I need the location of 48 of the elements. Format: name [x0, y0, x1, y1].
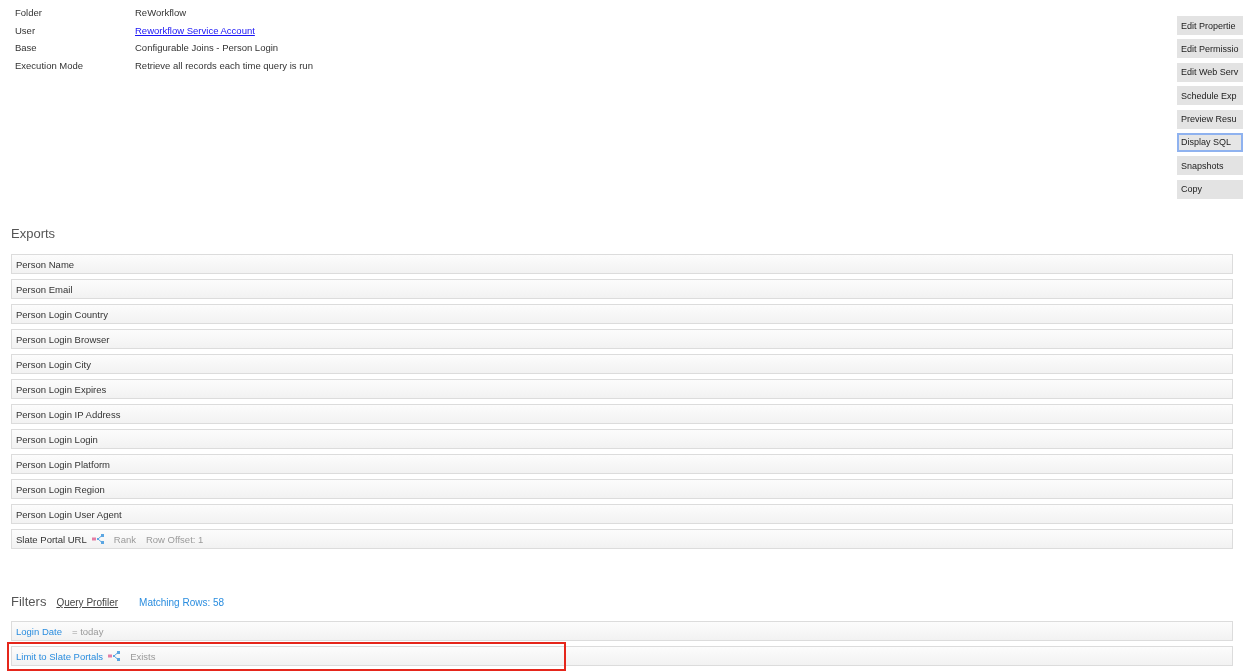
export-row[interactable]: Person Login Country — [11, 304, 1233, 325]
action-button[interactable]: Edit Web Serv — [1177, 62, 1243, 82]
export-row[interactable]: Person Name — [11, 254, 1233, 275]
property-label: Folder — [15, 6, 43, 20]
action-button[interactable]: Display SQL — [1177, 132, 1243, 152]
export-label: Person Login City — [16, 358, 91, 370]
section-heading: Exports — [11, 225, 56, 244]
export-row[interactable]: Person Login Expires — [11, 379, 1233, 400]
export-row[interactable]: Slate Portal URL Rank Row Offset: 1 — [11, 529, 1233, 550]
export-label: Slate Portal URL — [16, 533, 87, 545]
section-heading: Filters — [11, 593, 47, 612]
action-button[interactable]: Preview Resu — [1177, 109, 1243, 129]
export-row[interactable]: Person Login Login — [11, 429, 1233, 450]
filter-condition: = today — [71, 625, 104, 637]
export-detail: Row Offset: 1 — [145, 533, 204, 545]
property-label: Execution Mode — [15, 59, 85, 74]
action-button[interactable]: Schedule Exp — [1177, 86, 1243, 106]
export-label: Person Login User Agent — [16, 508, 122, 520]
export-label: Person Login Browser — [16, 333, 110, 345]
export-label: Person Login Region — [16, 483, 105, 495]
export-label: Person Email — [16, 283, 73, 295]
export-row[interactable]: Person Login IP Address — [11, 404, 1233, 425]
export-row[interactable]: Person Login City — [11, 354, 1233, 375]
property-label: User — [15, 23, 37, 38]
export-label: Person Login Login — [16, 433, 98, 445]
action-button[interactable]: Edit Propertie — [1177, 16, 1243, 35]
property-label: Base — [15, 41, 38, 56]
export-label: Person Login Platform — [16, 458, 110, 470]
filter-condition: Exists — [130, 650, 156, 662]
export-detail: Rank — [113, 533, 136, 545]
export-label: Person Login Expires — [16, 383, 107, 395]
export-row[interactable]: Person Login User Agent — [11, 504, 1233, 525]
export-label: Person Name — [16, 258, 75, 270]
export-row[interactable]: Person Login Platform — [11, 454, 1233, 475]
action-button[interactable]: Edit Permissio — [1177, 39, 1243, 59]
property-link[interactable]: Reworkflow Service Account — [135, 24, 255, 36]
profiler-link[interactable]: Query Profiler — [56, 594, 119, 613]
export-row[interactable]: Person Login Region — [11, 479, 1233, 500]
action-button[interactable]: Snapshots — [1177, 156, 1243, 176]
export-label: Person Login Country — [16, 308, 108, 320]
matching-rows-count: Matching Rows: 58 — [139, 596, 225, 611]
action-button[interactable]: Copy — [1177, 179, 1243, 199]
property-value: Retrieve all records each time query is run — [135, 60, 313, 72]
property-value: ReWorkflow — [135, 7, 187, 18]
export-row[interactable]: Person Email — [11, 279, 1233, 300]
export-label: Person Login IP Address — [16, 408, 121, 420]
export-row[interactable]: Person Login Browser — [11, 329, 1233, 350]
property-value: Configurable Joins - Person Login — [135, 42, 279, 54]
